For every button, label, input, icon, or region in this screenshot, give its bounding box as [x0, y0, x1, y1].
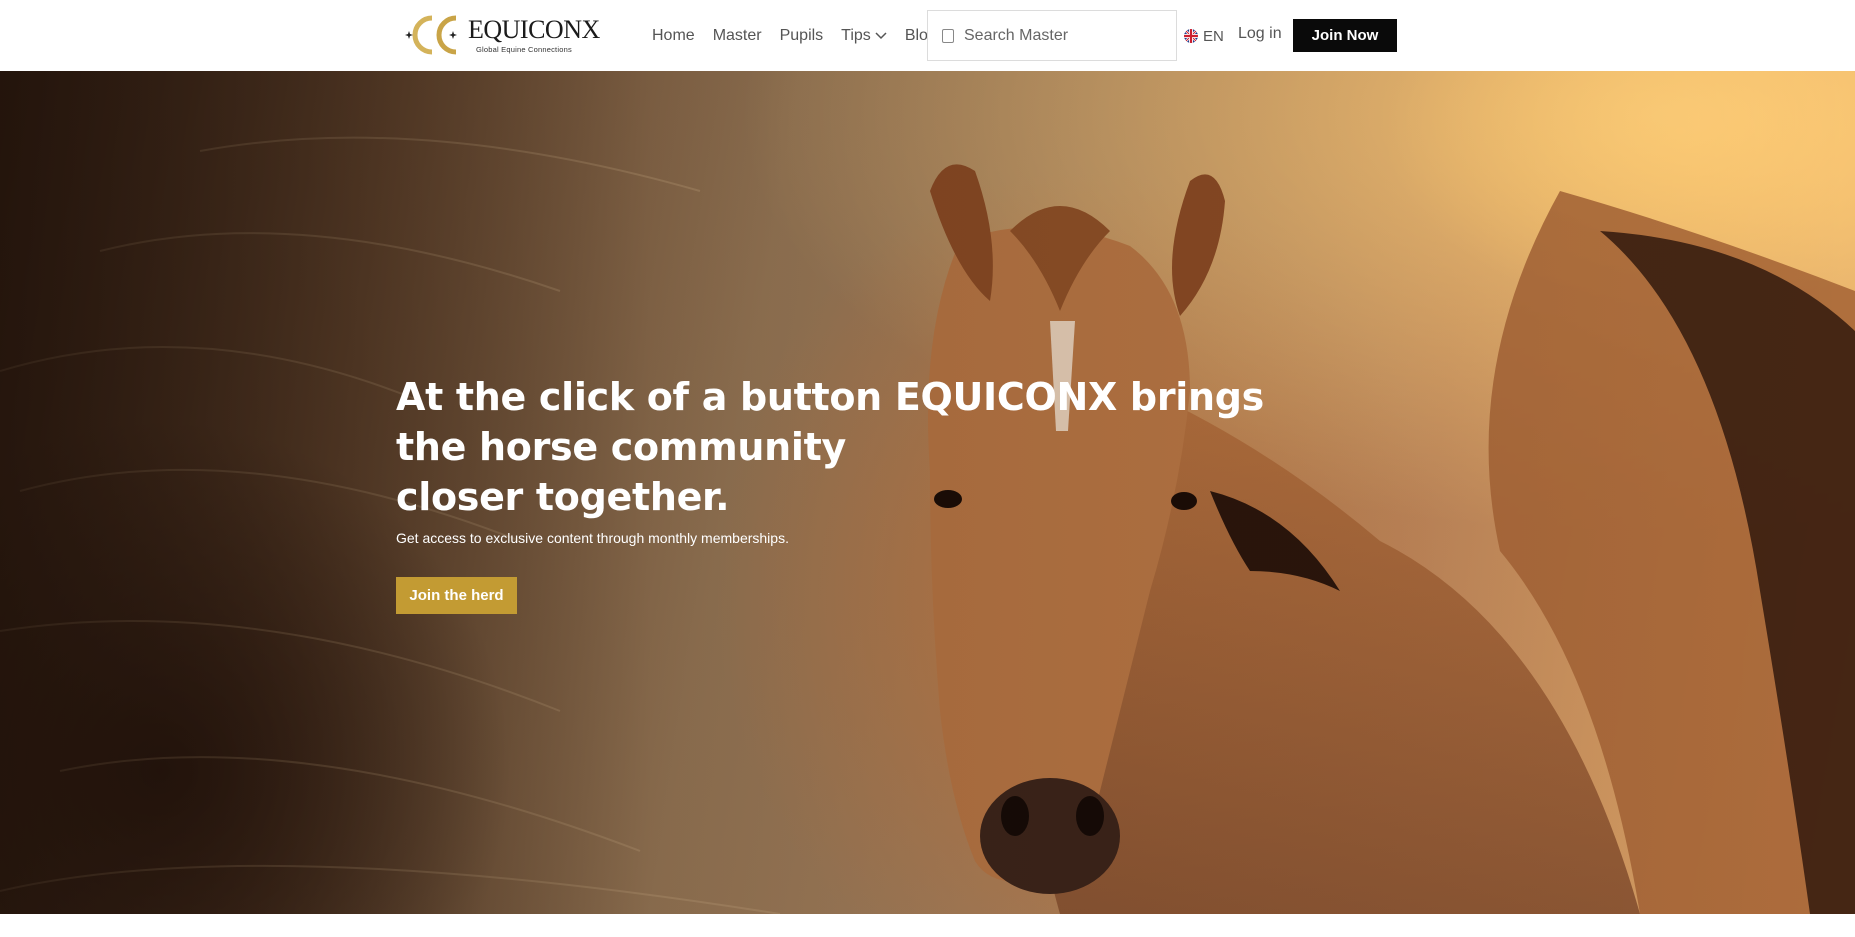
hero-content: At the click of a button EQUICONX brings…	[396, 372, 1296, 614]
logo-wordmark: EQUICONX	[468, 14, 600, 44]
page-bottom-strip	[0, 914, 1855, 937]
language-label: EN	[1203, 27, 1224, 45]
hero-title: At the click of a button EQUICONX brings…	[396, 372, 1296, 522]
hero-section: At the click of a button EQUICONX brings…	[0, 71, 1855, 914]
nav-master[interactable]: Master	[713, 27, 762, 45]
hero-title-line-3: closer together.	[396, 475, 730, 519]
search-box[interactable]	[927, 10, 1177, 61]
login-link[interactable]: Log in	[1238, 25, 1282, 43]
hero-subtitle: Get access to exclusive content through …	[396, 530, 789, 546]
site-header: EQUICONX Global Equine Connections Home …	[0, 0, 1855, 71]
nav-home[interactable]: Home	[652, 27, 695, 45]
logo-mark-icon	[405, 15, 457, 55]
logo-tagline: Global Equine Connections	[476, 44, 572, 54]
chevron-down-icon	[875, 32, 887, 40]
uk-flag-icon	[1184, 29, 1198, 43]
search-input[interactable]	[964, 26, 1154, 45]
nav-tips-label: Tips	[841, 27, 871, 44]
hero-title-line-2: the horse community	[396, 425, 846, 469]
nav-tips[interactable]: Tips	[841, 27, 887, 45]
join-now-button[interactable]: Join Now	[1293, 19, 1397, 52]
search-icon	[942, 28, 954, 43]
equiconx-logo[interactable]: EQUICONX Global Equine Connections	[396, 12, 601, 58]
hero-title-line-1: At the click of a button EQUICONX brings	[396, 375, 1264, 419]
main-nav: Home Master Pupils Tips Blog	[652, 24, 955, 48]
language-selector[interactable]: EN	[1184, 25, 1224, 47]
nav-pupils[interactable]: Pupils	[780, 27, 824, 45]
join-the-herd-button[interactable]: Join the herd	[396, 577, 517, 614]
